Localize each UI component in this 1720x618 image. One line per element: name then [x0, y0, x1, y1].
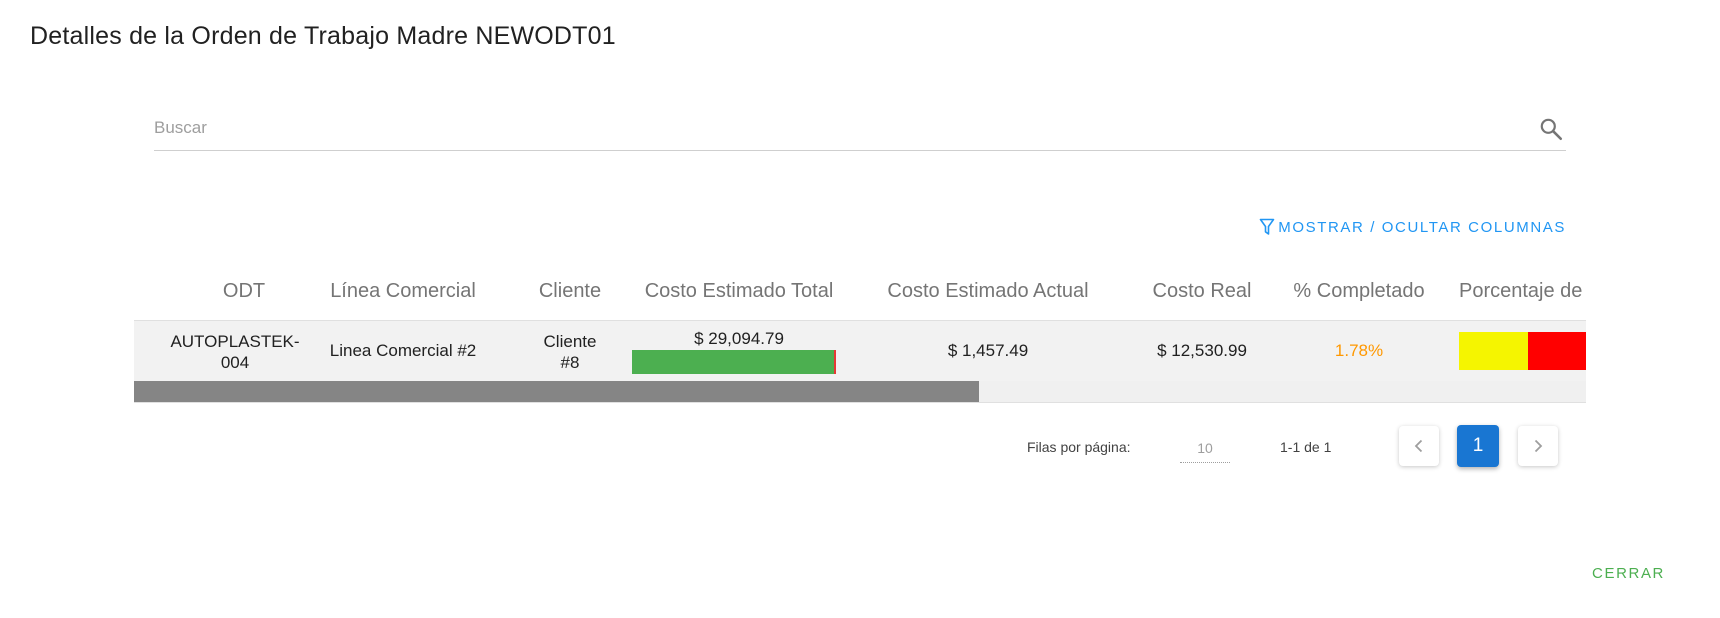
work-order-details-dialog: Detalles de la Orden de Trabajo Madre NE… — [0, 0, 1720, 618]
table-row[interactable]: AUTOPLASTEK- 004 Linea Comercial #2 Clie… — [134, 320, 1586, 381]
close-button[interactable]: CERRAR — [1592, 565, 1665, 582]
page-button-1[interactable]: 1 — [1457, 425, 1499, 467]
dialog-title: Detalles de la Orden de Trabajo Madre NE… — [30, 22, 616, 50]
rows-per-page-select[interactable]: 10 — [1180, 434, 1230, 463]
percentage-bar-red — [1528, 332, 1586, 370]
next-page-button[interactable] — [1518, 426, 1558, 466]
column-header-cliente[interactable]: Cliente — [512, 280, 628, 303]
column-header-completado[interactable]: % Completado — [1274, 280, 1444, 303]
search-bar — [154, 108, 1566, 151]
cell-costo-estimado-total: $ 29,094.79 — [694, 329, 784, 348]
filter-icon — [1259, 218, 1275, 235]
horizontal-scrollbar[interactable] — [134, 381, 1586, 402]
column-header-linea-comercial[interactable]: Línea Comercial — [308, 280, 498, 303]
column-header-odt[interactable]: ODT — [198, 280, 290, 303]
work-orders-table: ODT Línea Comercial Cliente Costo Estima… — [134, 262, 1586, 404]
table-divider — [134, 402, 1586, 403]
search-input[interactable] — [154, 108, 1514, 148]
previous-page-button[interactable] — [1399, 426, 1439, 466]
table-header: ODT Línea Comercial Cliente Costo Estima… — [134, 262, 1586, 320]
chevron-left-icon — [1414, 439, 1423, 453]
scrollbar-thumb[interactable] — [134, 381, 979, 402]
cell-linea-comercial: Linea Comercial #2 — [329, 341, 477, 360]
cell-cliente: Cliente #8 — [543, 332, 597, 372]
page-range-label: 1-1 de 1 — [1280, 439, 1332, 455]
cell-costo-estimado-actual: $ 1,457.49 — [947, 341, 1029, 360]
search-icon[interactable] — [1538, 116, 1564, 142]
chevron-right-icon — [1534, 439, 1543, 453]
show-hide-columns-label: MOSTRAR / OCULTAR COLUMNAS — [1278, 218, 1566, 236]
cell-costo-real: $ 12,530.99 — [1157, 341, 1247, 360]
percentage-bar-yellow — [1459, 332, 1528, 370]
column-header-costo-estimado-actual[interactable]: Costo Estimado Actual — [870, 280, 1106, 303]
cost-progress-marker — [834, 350, 836, 374]
cell-odt: AUTOPLASTEK- 004 — [170, 332, 300, 372]
column-header-porcentaje[interactable]: Porcentaje de — [1459, 280, 1582, 303]
column-header-costo-estimado-total[interactable]: Costo Estimado Total — [628, 280, 850, 303]
rows-per-page-label: Filas por página: — [1027, 439, 1131, 455]
column-header-costo-real[interactable]: Costo Real — [1122, 280, 1282, 303]
cost-progress-bar — [632, 350, 834, 374]
cell-completado: 1.78% — [1334, 341, 1384, 360]
show-hide-columns-button[interactable]: MOSTRAR / OCULTAR COLUMNAS — [1259, 218, 1566, 236]
